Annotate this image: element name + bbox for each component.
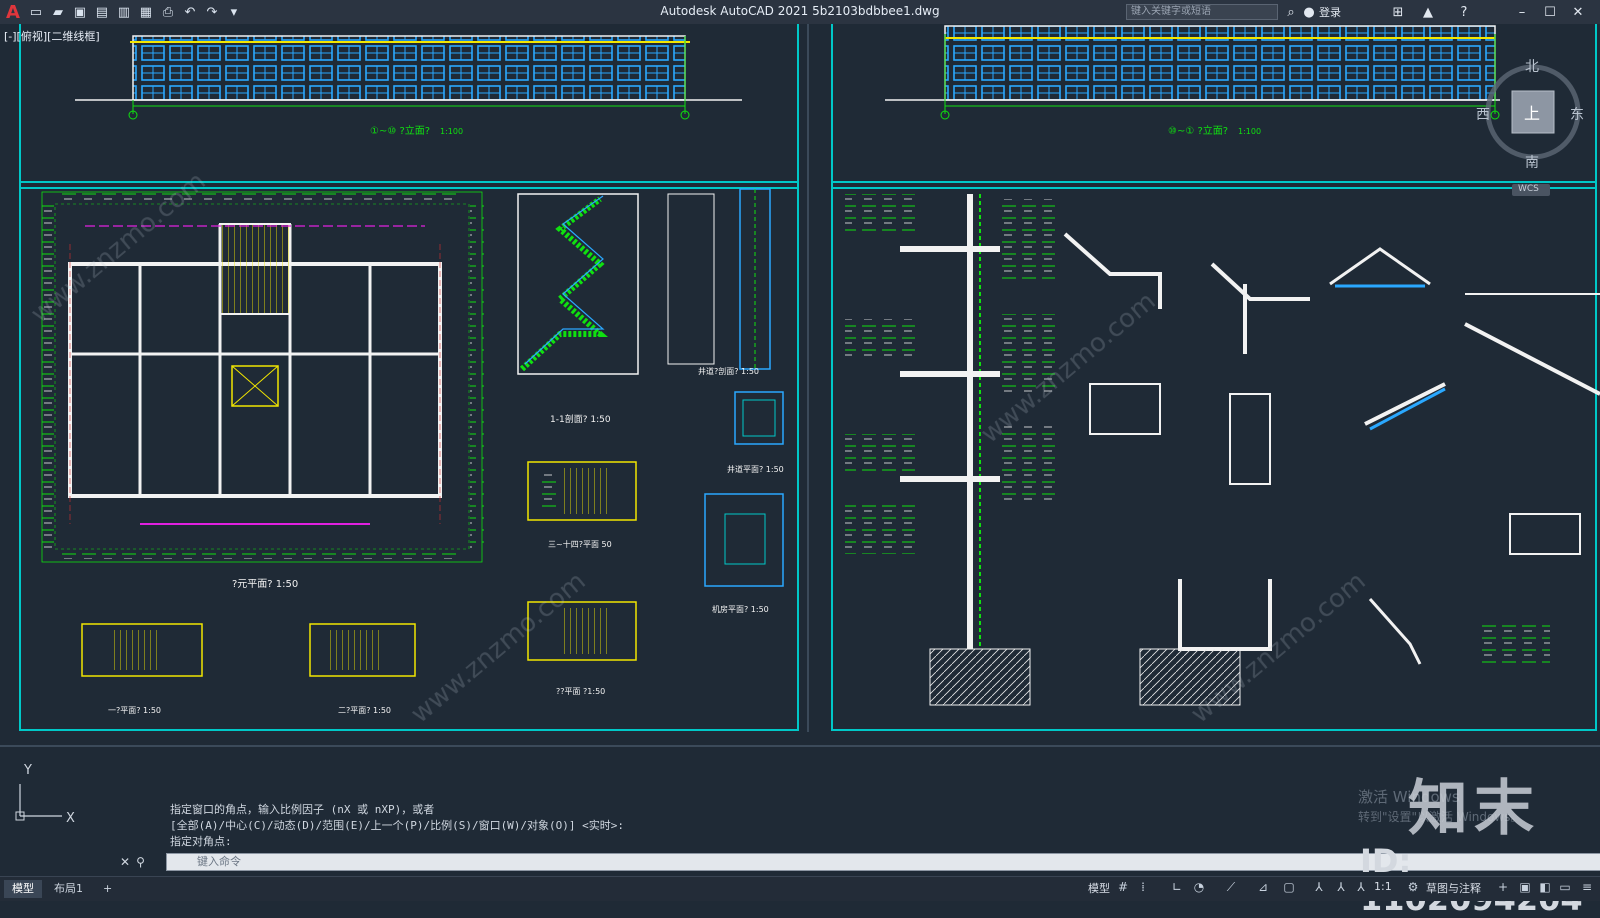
osnap-icon[interactable]: ⊿ [1254, 878, 1272, 896]
viewcube-north[interactable]: 北 [1525, 56, 1539, 76]
title-bar: A ▭ ▰ ▣ ▤ ▥ ▦ ⎙ ↶ ↷ ▾ [0, 0, 1600, 24]
stair-section-drawing: 1-1剖面? 1:50 井道?剖面? 1:50 [517, 188, 771, 425]
user-icon[interactable]: ● [1302, 2, 1316, 22]
autocad-logo-icon[interactable]: A [6, 2, 20, 23]
open-folder-icon[interactable]: ▰ [50, 4, 66, 20]
login-button[interactable]: 登录 [1318, 2, 1342, 22]
plot-icon[interactable]: ▦ [138, 4, 154, 20]
viewcube-east[interactable]: 东 [1570, 104, 1584, 124]
roof-plan-title: ??平面 ?1:50 [556, 687, 605, 696]
command-customize-icon[interactable]: ⚲ [136, 855, 145, 869]
command-history: 指定窗口的角点，输入比例因子 (nX 或 nXP)，或者 [全部(A)/中心(C… [170, 802, 624, 850]
print-icon[interactable]: ⎙ [160, 4, 176, 20]
command-history-line: 指定对角点: [170, 835, 232, 848]
polar-icon[interactable]: ◔ [1190, 878, 1208, 896]
ortho-icon[interactable]: ∟ [1168, 878, 1186, 896]
workspace-switch[interactable]: 草图与注释 [1426, 880, 1481, 896]
redo-icon[interactable]: ↷ [204, 4, 220, 20]
section-title: 1-1剖面? 1:50 [550, 413, 611, 425]
ucs-icon: Y X [15, 763, 75, 826]
shaft-section-title: 井道?剖面? 1:50 [698, 366, 759, 376]
wcs-menu[interactable]: WCS [1518, 184, 1539, 194]
selection-cycling-icon[interactable]: ▢ [1280, 878, 1298, 896]
grid-icon[interactable]: # [1114, 878, 1132, 896]
model-space-toggle[interactable]: 模型 [1088, 880, 1110, 896]
svg-text:X: X [66, 811, 75, 826]
drawing-canvas[interactable]: ①~⑩ ?立面? 1:100 ⑩~① ?立面? 1:100 ?元平面? 1:50… [0, 24, 1600, 842]
publish-icon[interactable]: ▥ [116, 4, 132, 20]
elevation-drawing-left: ①~⑩ ?立面? 1:100 [75, 35, 742, 137]
shaft-plan-title: 井道平面? 1:50 [727, 464, 784, 474]
command-history-line: 指定窗口的角点，输入比例因子 (nX 或 nXP)，或者 [170, 803, 435, 816]
viewcube[interactable] [1485, 64, 1581, 196]
isodraft-icon[interactable]: ⟋ [1222, 878, 1240, 896]
tab-layout1[interactable]: 布局1 [46, 880, 91, 898]
annotation-visibility-icon[interactable]: ⅄ [1310, 878, 1328, 896]
shaft-plans: 井道平面? 1:50 机房平面? 1:50 [704, 391, 784, 614]
save-as-icon[interactable]: ▤ [94, 4, 110, 20]
hardware-acceleration-icon[interactable]: ◧ [1536, 878, 1554, 896]
snap-icon[interactable]: ⁞ [1134, 878, 1152, 896]
viewcube-top-face[interactable]: 上 [1524, 100, 1540, 124]
help-icon[interactable]: ? [1456, 2, 1472, 22]
svg-text:Y: Y [23, 763, 32, 778]
viewcube-south[interactable]: 南 [1525, 152, 1539, 172]
search-icon[interactable]: ⌕ [1283, 2, 1299, 22]
elevation-left-title: ①~⑩ ?立面? [370, 124, 430, 137]
new-file-icon[interactable]: ▭ [28, 4, 44, 20]
viewcube-west[interactable]: 西 [1476, 104, 1490, 124]
undo-icon[interactable]: ↶ [182, 4, 198, 20]
cart-icon[interactable]: ⊞ [1390, 2, 1406, 22]
sheet-frames [0, 24, 1600, 747]
search-input[interactable]: 键入关键字或短语 [1126, 4, 1278, 20]
customize-dropdown-icon[interactable]: ▾ [226, 4, 242, 20]
tab-add-layout[interactable]: + [95, 880, 120, 898]
command-line-tools: ✕ ⚲ [120, 853, 166, 871]
floor3-plan-title: 三~十四?平面 50 [548, 539, 612, 549]
workspace-gear-icon[interactable]: ⚙ [1404, 878, 1422, 896]
floor2-plan-title: 二?平面? 1:50 [338, 706, 391, 715]
minimize-button[interactable]: – [1512, 2, 1532, 22]
floor1-plan-title: 一?平面? 1:50 [108, 706, 161, 715]
add-icon[interactable]: + [1494, 878, 1512, 896]
annotation-scale-value[interactable]: 1:1 [1374, 880, 1392, 893]
maximize-button[interactable]: ☐ [1540, 2, 1560, 22]
close-button[interactable]: ✕ [1568, 2, 1588, 22]
command-history-line: [全部(A)/中心(C)/动态(D)/范围(E)/上一个(P)/比例(S)/窗口… [170, 819, 625, 832]
elevation-right-scale: 1:100 [1238, 127, 1261, 136]
units-icon[interactable]: ▣ [1516, 878, 1534, 896]
save-icon[interactable]: ▣ [72, 4, 88, 20]
customization-menu-icon[interactable]: ≡ [1578, 878, 1596, 896]
machine-room-title: 机房平面? 1:50 [712, 604, 769, 614]
command-close-icon[interactable]: ✕ [120, 855, 130, 869]
elevation-left-scale: 1:100 [440, 127, 463, 136]
elevation-right-title: ⑩~① ?立面? [1168, 124, 1228, 137]
autoscale-icon[interactable]: ⅄ [1332, 878, 1350, 896]
clean-screen-icon[interactable]: ▭ [1556, 878, 1574, 896]
wall-details [845, 194, 1600, 706]
tab-model[interactable]: 模型 [4, 880, 42, 898]
viewport-controls-label[interactable]: [-][俯视][二维线框] [4, 28, 100, 44]
unit-plan-title: ?元平面? 1:50 [232, 579, 298, 590]
elevation-drawing-right: ⑩~① ?立面? 1:100 [885, 25, 1500, 137]
brand-watermark: 知末 [1408, 774, 1540, 844]
a360-icon[interactable]: ▲ [1420, 2, 1436, 22]
annotation-scale-icon[interactable]: ⅄ [1352, 878, 1370, 896]
